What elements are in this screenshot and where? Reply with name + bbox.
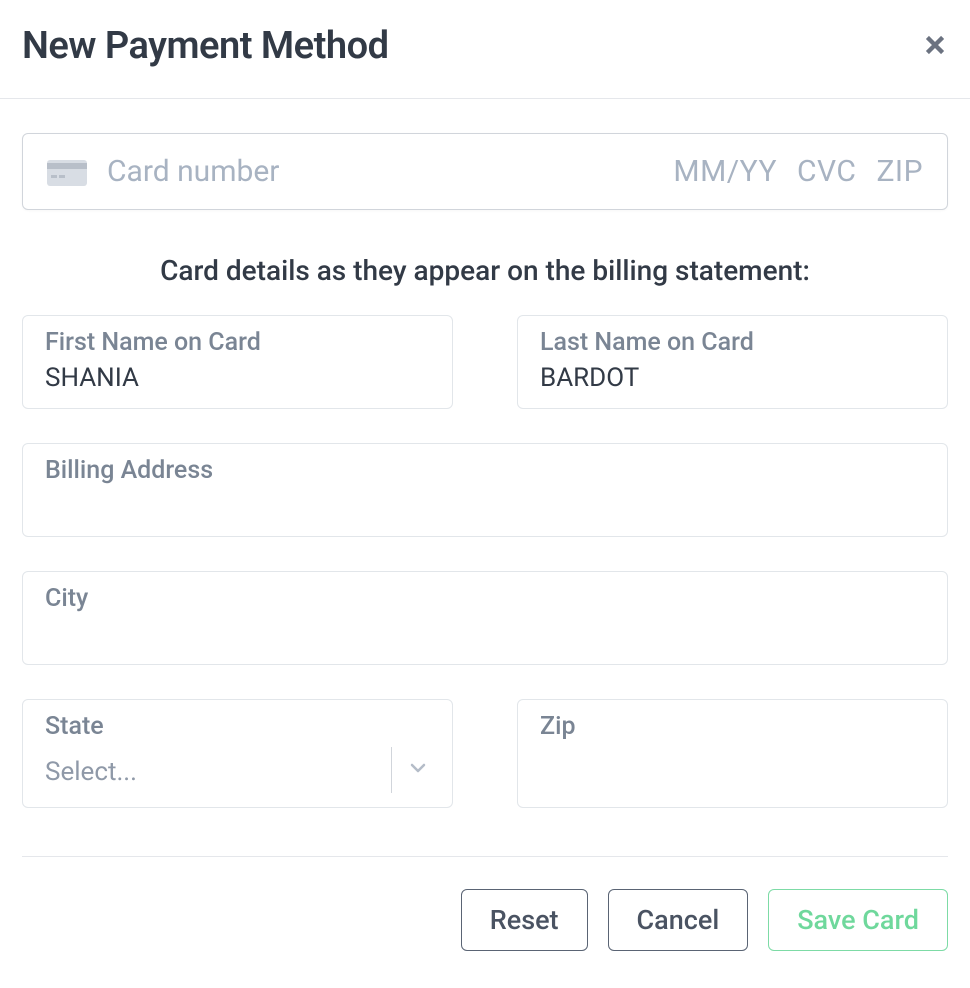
last-name-input[interactable]: [540, 363, 925, 393]
billing-address-label: Billing Address: [45, 456, 925, 485]
zip-group: Zip: [517, 699, 948, 808]
last-name-group: Last Name on Card: [517, 315, 948, 409]
address-row: Billing Address: [22, 443, 948, 537]
close-button[interactable]: [922, 28, 948, 64]
city-label: City: [45, 584, 925, 613]
card-number-placeholder: Card number: [107, 154, 653, 189]
card-zip-placeholder: ZIP: [876, 154, 923, 189]
last-name-label: Last Name on Card: [540, 328, 925, 357]
chevron-down-icon: [406, 756, 430, 784]
save-card-button[interactable]: Save Card: [768, 889, 948, 951]
credit-card-icon: [47, 160, 87, 184]
city-row: City: [22, 571, 948, 665]
billing-section-heading: Card details as they appear on the billi…: [22, 254, 948, 287]
reset-button[interactable]: Reset: [461, 889, 588, 951]
city-input[interactable]: [45, 619, 925, 649]
state-zip-row: State Select... Zip: [22, 699, 948, 808]
state-select[interactable]: Select...: [45, 747, 430, 793]
state-label: State: [45, 712, 430, 741]
billing-address-input[interactable]: [45, 491, 925, 521]
close-icon: [922, 25, 948, 66]
card-expiry-placeholder: MM/YY: [673, 154, 777, 189]
cancel-button[interactable]: Cancel: [608, 889, 749, 951]
billing-address-group: Billing Address: [22, 443, 948, 537]
first-name-label: First Name on Card: [45, 328, 430, 357]
modal-header: New Payment Method: [0, 0, 970, 99]
city-group: City: [22, 571, 948, 665]
card-number-field[interactable]: Card number MM/YY CVC ZIP: [22, 133, 948, 210]
select-divider: [391, 747, 392, 793]
name-row: First Name on Card Last Name on Card: [22, 315, 948, 409]
zip-label: Zip: [540, 712, 925, 741]
card-cvc-placeholder: CVC: [797, 154, 856, 189]
modal-body: Card number MM/YY CVC ZIP Card details a…: [0, 99, 970, 973]
modal-title: New Payment Method: [22, 24, 388, 68]
state-group[interactable]: State Select...: [22, 699, 453, 808]
zip-input[interactable]: [540, 747, 925, 777]
first-name-group: First Name on Card: [22, 315, 453, 409]
modal-footer: Reset Cancel Save Card: [22, 856, 948, 951]
first-name-input[interactable]: [45, 363, 430, 393]
state-select-value: Select...: [45, 753, 391, 787]
